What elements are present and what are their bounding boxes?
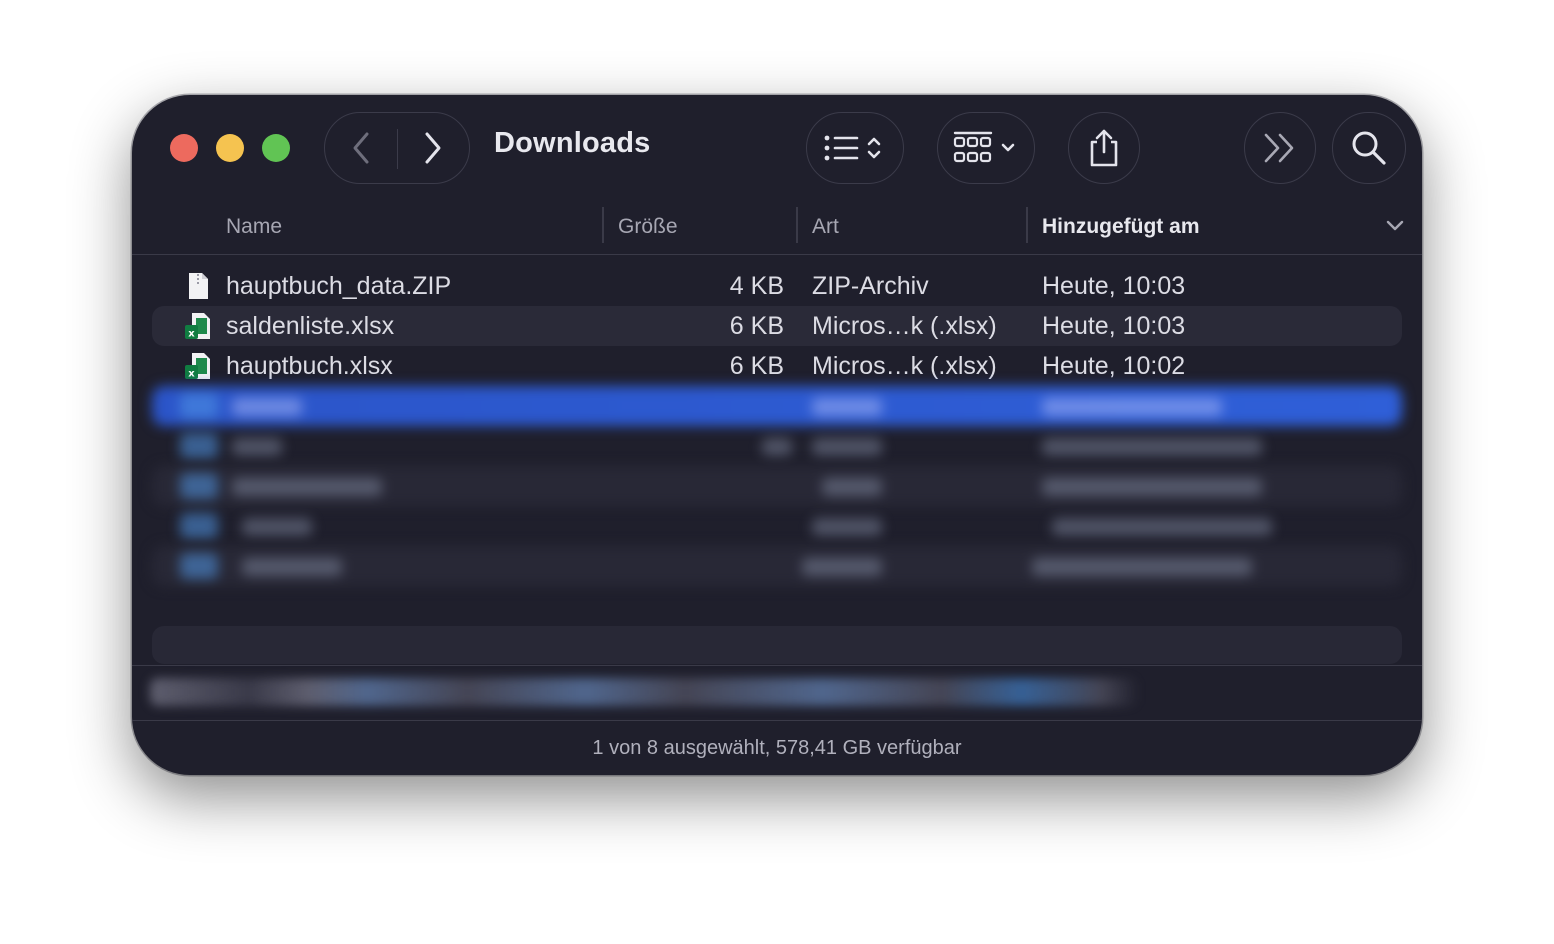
list-sort-icon xyxy=(824,135,881,161)
excel-file-icon: x xyxy=(185,313,210,340)
column-name-header[interactable]: Name xyxy=(226,215,282,239)
file-row[interactable]: x saldenliste.xlsx 6 KB Micros…k (.xlsx)… xyxy=(152,306,1402,346)
redacted-text xyxy=(812,438,882,456)
column-size-header[interactable]: Größe xyxy=(618,215,678,239)
file-name: hauptbuch.xlsx xyxy=(226,352,393,380)
column-kind-header[interactable]: Art xyxy=(812,215,839,239)
redacted-text xyxy=(232,478,382,496)
chevron-right-icon xyxy=(425,132,441,164)
finder-window: Downloads Name Größe Art Hinzugefügt am … xyxy=(132,95,1422,775)
redacted-text xyxy=(1042,478,1262,496)
file-row-redacted[interactable] xyxy=(152,466,1402,506)
redacted-text xyxy=(242,518,312,536)
file-row[interactable]: hauptbuch_data.ZIP 4 KB ZIP-Archiv Heute… xyxy=(152,266,1402,306)
path-bar xyxy=(132,665,1422,721)
file-size: 6 KB xyxy=(729,312,784,340)
column-divider[interactable] xyxy=(1026,207,1028,243)
redacted-text xyxy=(1042,398,1222,416)
redacted-text xyxy=(762,438,792,456)
redacted-file-icon xyxy=(180,513,218,539)
close-window-button[interactable] xyxy=(170,134,198,162)
column-divider[interactable] xyxy=(796,207,798,243)
svg-text:x: x xyxy=(188,329,195,340)
selected-file-row-redacted[interactable] xyxy=(152,386,1402,426)
redacted-text xyxy=(1032,558,1252,576)
file-name: hauptbuch_data.ZIP xyxy=(226,272,452,300)
window-title: Downloads xyxy=(494,127,651,159)
redacted-text xyxy=(242,558,342,576)
chevron-left-icon xyxy=(353,132,369,164)
redacted-text xyxy=(1052,518,1272,536)
file-size: 6 KB xyxy=(729,352,784,380)
empty-list-row xyxy=(152,626,1402,664)
sort-descending-icon[interactable] xyxy=(1384,217,1406,233)
double-chevron-right-icon xyxy=(1264,133,1294,163)
redacted-text xyxy=(802,558,882,576)
file-row[interactable]: x hauptbuch.xlsx 6 KB Micros…k (.xlsx) H… xyxy=(152,346,1402,386)
redacted-text xyxy=(1042,438,1262,456)
file-list: hauptbuch_data.ZIP 4 KB ZIP-Archiv Heute… xyxy=(152,266,1402,386)
view-options-button[interactable] xyxy=(806,112,904,184)
file-date-added: Heute, 10:03 xyxy=(1042,272,1186,300)
svg-text:x: x xyxy=(188,369,195,380)
toolbar: Downloads xyxy=(132,95,1422,203)
redacted-text xyxy=(812,398,882,416)
redacted-file-icon xyxy=(180,553,218,579)
file-date-added: Heute, 10:02 xyxy=(1042,352,1186,380)
search-button[interactable] xyxy=(1332,112,1406,184)
file-row-redacted[interactable] xyxy=(152,426,1402,466)
share-icon xyxy=(1090,129,1118,167)
share-button[interactable] xyxy=(1068,112,1140,184)
redacted-text xyxy=(812,518,882,536)
zoom-window-button[interactable] xyxy=(262,134,290,162)
status-bar: 1 von 8 ausgewählt, 578,41 GB verfügbar xyxy=(592,737,962,759)
file-kind: Micros…k (.xlsx) xyxy=(812,352,997,380)
column-divider[interactable] xyxy=(602,207,604,243)
redacted-path[interactable] xyxy=(150,678,1140,706)
file-date-added: Heute, 10:03 xyxy=(1042,312,1186,340)
file-kind: Micros…k (.xlsx) xyxy=(812,312,997,340)
back-button[interactable] xyxy=(325,113,397,183)
redacted-file-icon xyxy=(180,393,218,419)
zip-file-icon xyxy=(189,273,208,299)
file-kind: ZIP-Archiv xyxy=(812,272,929,300)
file-row-redacted[interactable] xyxy=(152,506,1402,546)
minimize-window-button[interactable] xyxy=(216,134,244,162)
grid-group-icon xyxy=(953,131,1015,163)
navigation-group xyxy=(324,112,470,184)
redacted-text xyxy=(232,398,302,416)
group-button[interactable] xyxy=(937,112,1035,184)
redacted-file-rows xyxy=(152,386,1402,626)
more-toolbar-items-button[interactable] xyxy=(1244,112,1316,184)
redacted-text xyxy=(822,478,882,496)
column-header: Name Größe Art Hinzugefügt am xyxy=(132,203,1422,255)
magnifier-icon xyxy=(1352,131,1386,165)
forward-button[interactable] xyxy=(397,113,469,183)
excel-file-icon: x xyxy=(185,353,210,380)
file-name: saldenliste.xlsx xyxy=(226,312,395,340)
file-row-redacted[interactable] xyxy=(152,546,1402,586)
redacted-text xyxy=(232,438,282,456)
redacted-file-icon xyxy=(180,473,218,499)
file-size: 4 KB xyxy=(729,272,784,300)
column-date-added-header[interactable]: Hinzugefügt am xyxy=(1042,215,1200,239)
redacted-file-icon xyxy=(180,433,218,459)
